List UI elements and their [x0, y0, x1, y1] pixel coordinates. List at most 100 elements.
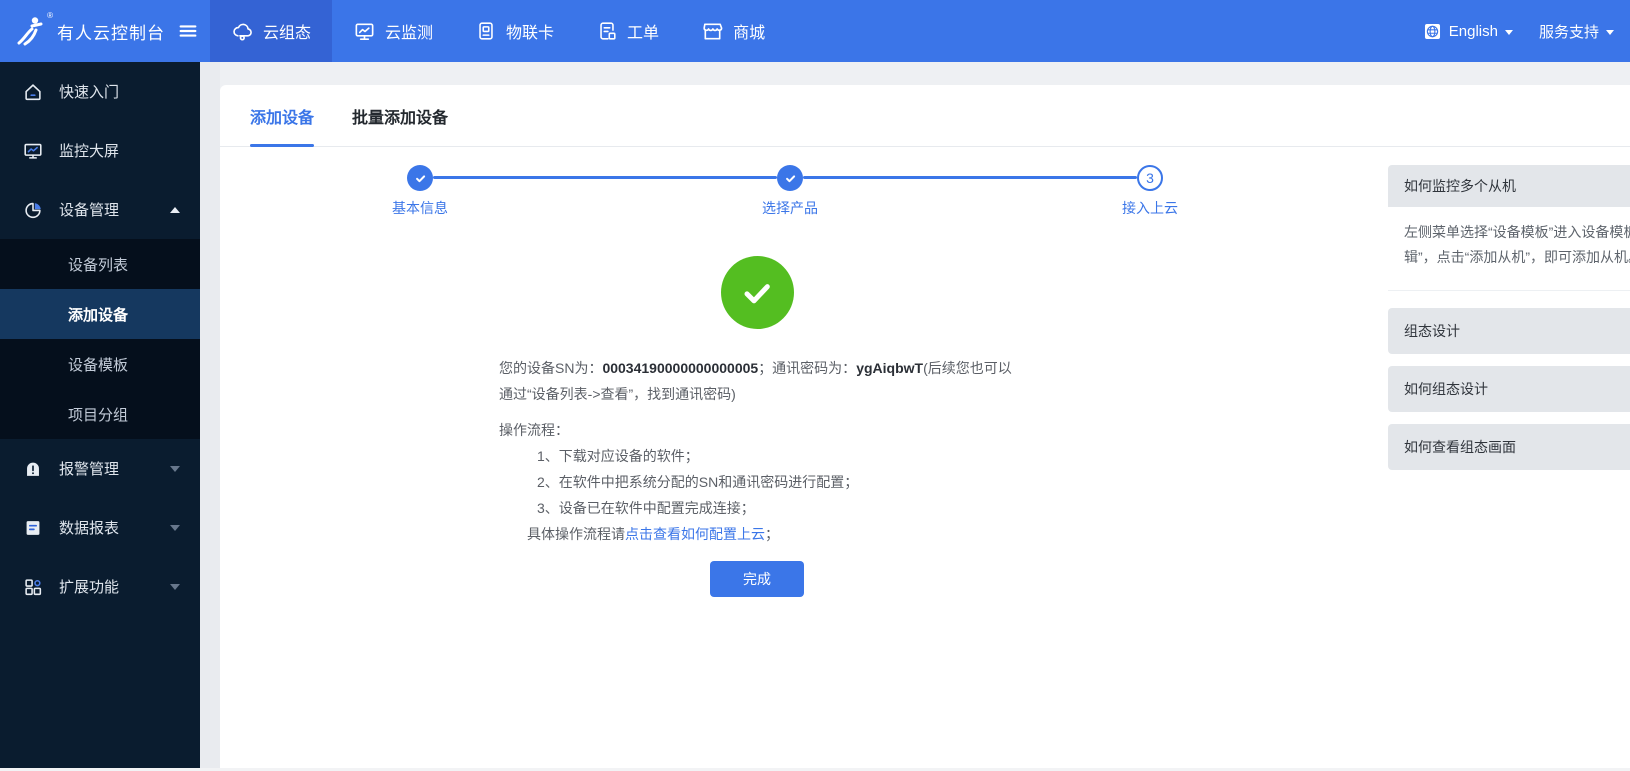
step-current-circle: 3: [1137, 165, 1163, 191]
nav-item-label: 商城: [733, 19, 765, 43]
nav-item-iot-card[interactable]: 物联卡: [454, 0, 575, 62]
sidebar-item-device-management[interactable]: 设备管理: [0, 180, 200, 239]
sidebar-item-label: 报警管理: [59, 458, 119, 479]
sidebar-item-device-template[interactable]: 设备模板: [0, 339, 200, 389]
chevron-down-icon: [170, 525, 180, 531]
sidebar-gutter: [200, 62, 220, 771]
nav-item-mall[interactable]: 商城: [680, 0, 786, 62]
topbar-right: English 服务支持: [1423, 0, 1630, 62]
step-basic-info: 基本信息: [355, 165, 485, 218]
sidebar-item-monitor-screen[interactable]: 监控大屏: [0, 121, 200, 180]
work-order-icon: [596, 20, 618, 42]
nav-item-label: 云组态: [263, 19, 311, 43]
submenu-item-label: 设备模板: [68, 354, 128, 375]
language-switcher[interactable]: English: [1423, 22, 1513, 41]
topbar: ® 有人云控制台 云组态 云监测: [0, 0, 1630, 62]
help-section-scada-design[interactable]: 组态设计: [1388, 308, 1630, 354]
password-label: ；通讯密码为：: [758, 360, 856, 376]
hamburger-menu-icon[interactable]: [177, 20, 199, 42]
language-label: English: [1449, 23, 1498, 40]
chevron-down-icon: [170, 466, 180, 472]
sidebar-item-device-list[interactable]: 设备列表: [0, 239, 200, 289]
flow-title: 操作流程：: [499, 417, 1015, 443]
sidebar: 快速入门 监控大屏 设备管理 设备列表 添加设备 设备模板: [0, 62, 200, 771]
nav-item-label: 物联卡: [506, 19, 554, 43]
nav-item-cloud-scada[interactable]: 云组态: [210, 0, 332, 62]
sidebar-item-label: 扩展功能: [59, 576, 119, 597]
flow-step: 1、下载对应设备的软件；: [499, 443, 1015, 469]
operation-flow: 操作流程： 1、下载对应设备的软件； 2、在软件中把系统分配的SN和通讯密码进行…: [499, 417, 1015, 547]
step-label: 基本信息: [392, 198, 448, 218]
pie-chart-icon: [22, 199, 44, 221]
tab-label: 批量添加设备: [352, 104, 448, 128]
sidebar-item-quick-start[interactable]: 快速入门: [0, 62, 200, 121]
tab-batch-add-device[interactable]: 批量添加设备: [352, 85, 448, 146]
flow-more-line: 具体操作流程请点击查看如何配置上云；: [499, 521, 1015, 547]
tab-add-device[interactable]: 添加设备: [250, 85, 314, 146]
sidebar-item-alarm-management[interactable]: 报警管理: [0, 439, 200, 498]
submenu-item-label: 添加设备: [68, 304, 128, 325]
tab-bar: 添加设备 批量添加设备: [220, 85, 1630, 147]
big-screen-icon: [22, 140, 44, 162]
sidebar-item-label: 监控大屏: [59, 140, 119, 161]
nav-item-label: 工单: [627, 19, 659, 43]
step-select-product: 选择产品: [725, 165, 855, 218]
monitor-chart-icon: [353, 20, 376, 43]
submenu-item-label: 设备列表: [68, 254, 128, 275]
help-section-how-to-design[interactable]: 如何组态设计: [1388, 366, 1630, 412]
add-device-card: 添加设备 批量添加设备 基本信息: [220, 85, 1630, 771]
flow-step: 3、设备已在软件中配置完成连接；: [499, 495, 1015, 521]
apps-grid-icon: [22, 576, 44, 598]
nav-item-cloud-monitoring[interactable]: 云监测: [332, 0, 454, 62]
brand[interactable]: ® 有人云控制台: [0, 0, 200, 62]
nav-item-label: 云监测: [385, 19, 433, 43]
wizard-stepper: 基本信息 选择产品 3 接入上云: [220, 149, 1294, 223]
nav-item-work-order[interactable]: 工单: [575, 0, 680, 62]
flow-step: 2、在软件中把系统分配的SN和通讯密码进行配置；: [499, 469, 1015, 495]
submenu-item-label: 项目分组: [68, 404, 128, 425]
config-guide-link[interactable]: 点击查看如何配置上云: [625, 526, 765, 542]
service-support-menu[interactable]: 服务支持: [1539, 21, 1614, 42]
sidebar-item-add-device[interactable]: 添加设备: [0, 289, 200, 339]
globe-icon: [1423, 22, 1442, 41]
tab-label: 添加设备: [250, 104, 314, 128]
sidebar-item-extended-functions[interactable]: 扩展功能: [0, 557, 200, 616]
device-management-submenu: 设备列表 添加设备 设备模板 项目分组: [0, 239, 200, 439]
top-navigation: 云组态 云监测 物联卡: [210, 0, 786, 62]
home-icon: [22, 81, 44, 103]
step-connect-cloud: 3 接入上云: [1085, 165, 1215, 218]
more-prefix: 具体操作流程请: [527, 526, 625, 542]
step-label: 接入上云: [1122, 198, 1178, 218]
help-section-multi-slave[interactable]: 如何监控多个从机: [1388, 165, 1630, 207]
alarm-bell-icon: [22, 458, 44, 480]
help-section-body: 左侧菜单选择“设备模板”进入设备模板编 辑”，点击“添加从机”，即可添加从机。: [1388, 207, 1630, 291]
device-credentials-text: 您的设备SN为：00034190000000000005；通讯密码为：ygAiq…: [499, 355, 1015, 407]
sn-value: 00034190000000000005: [602, 360, 758, 376]
report-icon: [22, 517, 44, 539]
success-check-icon: [721, 256, 794, 329]
sidebar-item-project-group[interactable]: 项目分组: [0, 389, 200, 439]
help-section-view-scada[interactable]: 如何查看组态画面: [1388, 424, 1630, 470]
registered-mark: ®: [47, 11, 53, 20]
step-done-circle: [407, 165, 433, 191]
cloud-icon: [231, 20, 254, 43]
wizard-column: 基本信息 选择产品 3 接入上云 您的设备SN为：000341900000000…: [220, 149, 1294, 597]
content-area: 添加设备 批量添加设备 基本信息: [220, 62, 1630, 771]
chevron-up-icon: [170, 207, 180, 213]
storefront-icon: [701, 20, 724, 43]
sim-card-icon: [475, 20, 497, 42]
sidebar-item-label: 数据报表: [59, 517, 119, 538]
console-title: 有人云控制台: [57, 19, 165, 44]
chevron-down-icon: [170, 584, 180, 590]
sn-label: 您的设备SN为：: [499, 360, 602, 376]
step-label: 选择产品: [762, 198, 818, 218]
step-done-circle: [777, 165, 803, 191]
more-suffix: ；: [765, 526, 779, 542]
sidebar-item-data-report[interactable]: 数据报表: [0, 498, 200, 557]
chevron-down-icon: [1505, 30, 1513, 35]
password-value: ygAiqbwT: [856, 360, 923, 376]
chevron-down-icon: [1606, 30, 1614, 35]
sidebar-item-label: 设备管理: [59, 199, 119, 220]
done-button[interactable]: 完成: [710, 561, 804, 597]
support-label: 服务支持: [1539, 21, 1599, 42]
